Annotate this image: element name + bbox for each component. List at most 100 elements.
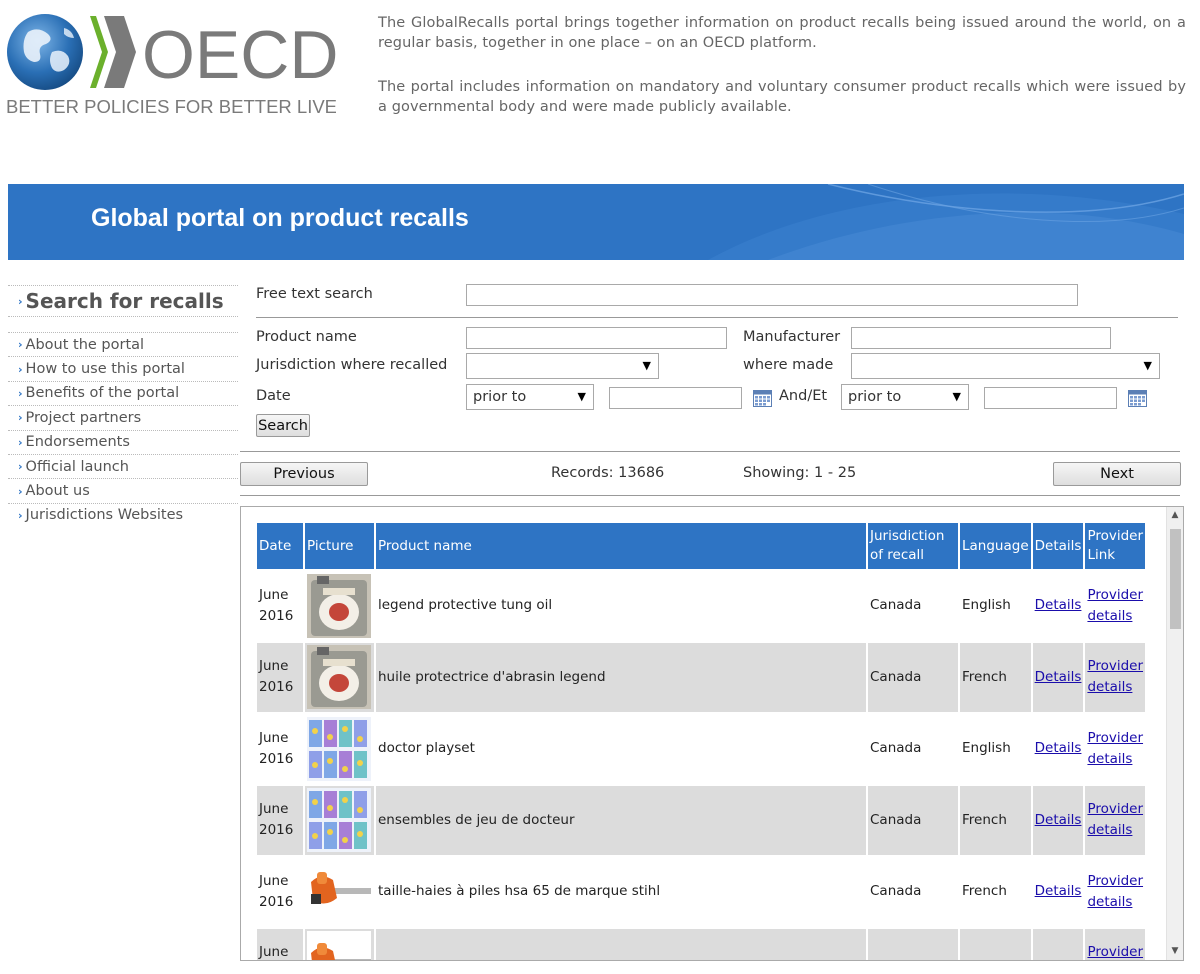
next-button[interactable]: Next [1053, 462, 1181, 486]
calendar-icon[interactable] [1128, 390, 1147, 407]
tung-oil-can-thumbnail[interactable] [307, 645, 371, 710]
sidebar-item-label: Jurisdictions Websites [25, 507, 184, 524]
calendar-icon[interactable] [753, 390, 772, 407]
cell-product-name: legend protective tung oil [378, 597, 553, 614]
search-button[interactable]: Search [256, 414, 310, 437]
provider-details-link[interactable]: Provider details [1087, 801, 1143, 838]
column-header-date[interactable]: Date [257, 523, 303, 569]
cell-product-name: huile protectrice d'abrasin legend [376, 642, 866, 712]
table-row[interactable]: June 2016 doctor playset Canada English … [257, 714, 1145, 784]
provider-details-link[interactable]: Provider details [1087, 730, 1143, 767]
date-input-1[interactable] [609, 387, 742, 409]
sidebar-item-about-the-portal[interactable]: › About the portal [8, 332, 238, 356]
details-link[interactable]: Details [1035, 883, 1082, 899]
sidebar-item-jurisdictions-websites[interactable]: › Jurisdictions Websites [8, 502, 238, 527]
column-header-picture: Picture [305, 523, 374, 569]
where-made-select[interactable]: ▼ [851, 353, 1160, 379]
cell-picture[interactable] [305, 714, 374, 784]
scroll-up-arrow-icon[interactable]: ▲ [1167, 507, 1183, 524]
chevron-right-icon: › [18, 435, 23, 449]
cell-date: June 2016 [259, 586, 294, 624]
cell-details: Details [1033, 714, 1084, 784]
doctor-playset-thumbnail[interactable] [307, 788, 371, 853]
globe-icon [7, 14, 83, 90]
cell-date: June 2016 [257, 928, 303, 960]
cell-product-name: ensembles de jeu de docteur [376, 785, 866, 855]
sidebar-item-about-us[interactable]: › About us [8, 478, 238, 502]
oecd-logo[interactable]: OECD BETTER POLICIES FOR BETTER LIVES [6, 12, 336, 120]
cell-picture[interactable] [305, 571, 374, 641]
cell-jurisdiction: Canada [870, 740, 922, 757]
details-link[interactable]: Details [1035, 669, 1082, 685]
cell-jurisdiction: Canada [870, 883, 922, 900]
sidebar-heading-search-for-recalls[interactable]: › Search for recalls [8, 285, 238, 317]
sidebar-item-official-launch[interactable]: › Official launch [8, 453, 238, 478]
chevron-right-icon: › [18, 484, 23, 498]
form-divider [256, 317, 1178, 318]
scrollbar-thumb[interactable] [1170, 529, 1181, 629]
scroll-down-arrow-icon[interactable]: ▼ [1167, 943, 1183, 960]
jurisdiction-label: Jurisdiction where recalled [256, 357, 448, 373]
column-header-details: Details [1032, 523, 1084, 569]
cell-jurisdiction [868, 928, 958, 960]
cell-provider: Provider details [1085, 571, 1145, 641]
tung-oil-can-thumbnail[interactable] [307, 573, 371, 638]
table-row[interactable]: June 2016 huile protectrice d'abrasin le… [257, 642, 1146, 712]
cell-product-name: taille-haies à piles hsa 65 de marque st… [378, 883, 661, 900]
results-scrollbar[interactable]: ▲ ▼ [1166, 507, 1183, 960]
provider-details-link[interactable]: Provider details [1087, 658, 1143, 695]
date-operator-value-2: prior to [848, 389, 902, 405]
product-name-input[interactable] [466, 327, 727, 349]
cell-date: June 2016 [257, 785, 303, 855]
sidebar-item-project-partners[interactable]: › Project partners [8, 405, 238, 429]
cell-picture[interactable] [305, 928, 374, 961]
free-text-search-input[interactable] [466, 284, 1078, 306]
doctor-playset-thumbnail[interactable] [307, 716, 371, 781]
results-panel[interactable]: Date Picture Product name Jurisdiction o… [240, 506, 1184, 961]
column-header-jurisdiction[interactable]: Jurisdiction of recall [868, 523, 958, 569]
cell-language [960, 928, 1031, 960]
cell-language: French [960, 785, 1031, 855]
table-row[interactable]: June 2016 Provider details [257, 928, 1146, 961]
details-link[interactable]: Details [1035, 740, 1082, 756]
table-row[interactable]: June 2016 taille-haies à piles hsa 65 de… [257, 857, 1145, 927]
cell-product-name: doctor playset [378, 740, 475, 757]
results-table: Date Picture Product name Jurisdiction o… [255, 521, 1147, 961]
manufacturer-input[interactable] [851, 327, 1111, 349]
portal-banner: Global portal on product recalls [8, 184, 1184, 260]
date-operator-select-2[interactable]: prior to ▼ [841, 384, 969, 410]
hedge-trimmer-thumbnail[interactable] [307, 931, 371, 961]
date-label: Date [256, 388, 291, 404]
sidebar-item-benefits[interactable]: › Benefits of the portal [8, 380, 238, 405]
sidebar-item-label: Official launch [25, 458, 129, 475]
provider-details-link[interactable]: Provider details [1087, 944, 1143, 960]
table-row[interactable]: June 2016 legend protective tung oil Can… [257, 571, 1145, 641]
provider-details-link[interactable]: Provider details [1087, 587, 1143, 624]
date-operator-select-1[interactable]: prior to ▼ [466, 384, 594, 410]
cell-date: June 2016 [259, 872, 294, 910]
cell-language: French [962, 883, 1007, 900]
column-header-product-name[interactable]: Product name [376, 523, 866, 569]
dropdown-arrow-icon: ▼ [1143, 359, 1152, 372]
previous-button[interactable]: Previous [240, 462, 368, 486]
cell-jurisdiction: Canada [870, 597, 922, 614]
hedge-trimmer-thumbnail[interactable] [307, 859, 371, 924]
column-header-provider-link: Provider Link [1085, 523, 1146, 569]
date-input-2[interactable] [984, 387, 1117, 409]
cell-picture[interactable] [305, 857, 374, 927]
provider-details-link[interactable]: Provider details [1087, 873, 1143, 910]
banner-title: Global portal on product recalls [91, 204, 469, 232]
details-link[interactable]: Details [1035, 812, 1082, 828]
cell-provider: Provider details [1085, 642, 1146, 712]
cell-picture[interactable] [305, 642, 374, 712]
sidebar-item-label: About us [25, 483, 90, 500]
column-header-language[interactable]: Language [960, 523, 1031, 569]
cell-provider: Provider details [1085, 857, 1145, 927]
jurisdiction-select[interactable]: ▼ [466, 353, 659, 379]
sidebar-item-how-to-use[interactable]: › How to use this portal [8, 356, 238, 380]
details-link[interactable]: Details [1035, 597, 1082, 613]
table-row[interactable]: June 2016 ensembles de jeu de docteur Ca… [257, 785, 1146, 855]
cell-picture[interactable] [305, 785, 374, 855]
sidebar-item-endorsements[interactable]: › Endorsements [8, 429, 238, 454]
chevron-right-icon: › [18, 338, 23, 352]
